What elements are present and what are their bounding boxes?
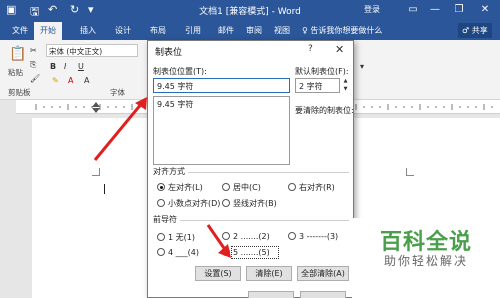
dialog-title: 制表位 <box>155 48 183 58</box>
copy-icon[interactable]: ⎘ <box>30 60 36 70</box>
tab-stop-position-input[interactable]: 9.45 字符 <box>153 78 290 93</box>
radio-dot-icon <box>288 183 296 191</box>
leader-none-radio[interactable]: 1 无(1) <box>157 232 195 243</box>
tell-me-search[interactable]: ♀ 告诉我你想要做什么 <box>302 25 382 36</box>
restore-button[interactable]: ❐ <box>450 2 468 18</box>
cut-icon[interactable]: ✂ <box>30 46 37 55</box>
focus-indicator <box>231 246 279 259</box>
share-button[interactable]: ♂ 共享 <box>458 23 492 38</box>
margin-corner-mark <box>92 168 100 176</box>
tab-insert[interactable]: 插入 <box>80 25 96 36</box>
align-left-radio[interactable]: 左对齐(L) <box>157 182 203 193</box>
align-center-radio[interactable]: 居中(C) <box>222 182 261 193</box>
leader-underline-radio[interactable]: 4 ___(4) <box>157 248 199 257</box>
radio-label: 小数点对齐(D) <box>168 199 221 208</box>
italic-button[interactable]: I <box>64 62 66 71</box>
radio-label: 竖线对齐(B) <box>233 199 277 208</box>
radio-dot-icon <box>157 183 165 191</box>
tab-layout[interactable]: 布局 <box>150 25 166 36</box>
bold-button[interactable]: B <box>50 62 56 71</box>
ribbon-display-icon[interactable]: ▭ <box>404 2 422 18</box>
styles-expand-icon[interactable]: ▾ <box>360 62 364 71</box>
hanging-indent-marker[interactable] <box>92 108 100 113</box>
clear-button[interactable]: 清除(E) <box>246 266 292 281</box>
help-button[interactable]: ? <box>308 44 313 54</box>
tabs-dialog: 制表位 ? ✕ 制表位位置(T): 9.45 字符 9.45 字符 默认制表位(… <box>147 40 354 298</box>
tab-home[interactable]: 开始 <box>34 22 62 40</box>
radio-dot-icon <box>222 183 230 191</box>
clipboard-group-label: 剪贴板 <box>8 88 31 97</box>
radio-dot-icon <box>157 248 165 256</box>
close-button[interactable]: ✕ <box>476 2 494 18</box>
underline-button[interactable]: U <box>78 62 84 71</box>
left-margin-strip <box>0 100 16 298</box>
tabs-to-clear-label: 要清除的制表位: <box>295 106 354 115</box>
highlight-icon[interactable]: ✎ <box>52 76 59 85</box>
radio-dot-icon <box>157 199 165 207</box>
tab-design[interactable]: 设计 <box>115 25 131 36</box>
leader-dots-radio[interactable]: 2 .......(2) <box>222 232 270 241</box>
default-tab-stops-label: 默认制表位(F): <box>295 67 349 76</box>
format-painter-icon[interactable]: 🖌 <box>30 74 40 83</box>
radio-dot-icon <box>222 232 230 240</box>
alignment-label: 对齐方式 <box>153 166 188 177</box>
tab-references[interactable]: 引用 <box>185 25 201 36</box>
align-decimal-radio[interactable]: 小数点对齐(D) <box>157 198 220 209</box>
tab-stop-position-label: 制表位位置(T): <box>153 67 207 76</box>
radio-dot-icon <box>222 199 230 207</box>
window-title: 文档1 [兼容模式] - Word <box>199 7 301 17</box>
login-link[interactable]: 登录 <box>364 4 380 15</box>
tab-review[interactable]: 审阅 <box>246 25 262 36</box>
radio-label: 1 无(1) <box>168 233 195 242</box>
spin-down-icon[interactable]: ▼ <box>341 86 350 92</box>
tab-file[interactable]: 文件 <box>12 25 28 36</box>
tab-stop-list[interactable]: 9.45 字符 <box>153 96 290 165</box>
minimize-button[interactable]: — <box>426 2 444 18</box>
list-item[interactable]: 9.45 字符 <box>157 99 286 110</box>
tab-view[interactable]: 视图 <box>274 25 290 36</box>
set-button[interactable]: 设置(S) <box>195 266 241 281</box>
font-name-select[interactable]: 宋体 (中文正文) <box>46 44 138 57</box>
watermark-subtitle: 助你轻松解决 <box>383 254 468 268</box>
tab-mailings[interactable]: 邮件 <box>218 25 234 36</box>
ok-button[interactable] <box>248 291 294 298</box>
radio-label: 3 -------(3) <box>299 232 339 241</box>
margin-corner-mark <box>406 168 414 176</box>
radio-label: 2 .......(2) <box>233 232 270 241</box>
shading-icon[interactable]: A <box>84 76 89 85</box>
radio-label: 右对齐(R) <box>299 183 335 192</box>
title-bar: ▣ 🖫 ↶ ↻ ▾ 文档1 [兼容模式] - Word 登录 ▭ — ❐ ✕ <box>0 0 500 22</box>
paste-icon[interactable]: 📋 <box>9 46 26 62</box>
font-group-label: 字体 <box>110 88 125 97</box>
ribbon-tabs: 文件 开始 插入 设计 布局 引用 邮件 审阅 视图 ♀ 告诉我你想要做什么 ♂… <box>0 22 500 40</box>
radio-dot-icon <box>288 232 296 240</box>
leader-dashes-radio[interactable]: 3 -------(3) <box>288 232 338 241</box>
font-color-icon[interactable]: A <box>68 76 73 85</box>
separator <box>153 220 349 221</box>
radio-label: 居中(C) <box>233 183 261 192</box>
radio-dot-icon <box>157 233 165 241</box>
align-right-radio[interactable]: 右对齐(R) <box>288 182 335 193</box>
first-line-indent-marker[interactable] <box>92 102 100 107</box>
radio-label: 左对齐(L) <box>168 183 203 192</box>
radio-label: 4 ___(4) <box>168 248 199 257</box>
cancel-button[interactable] <box>300 291 346 298</box>
dialog-close-button[interactable]: ✕ <box>335 43 344 56</box>
watermark: 百科全说 助你轻松解决 <box>352 218 500 298</box>
text-cursor <box>104 184 105 194</box>
spin-up-icon[interactable]: ▲ <box>341 78 350 84</box>
clear-all-button[interactable]: 全部清除(A) <box>297 266 349 281</box>
align-bar-radio[interactable]: 竖线对齐(B) <box>222 198 277 209</box>
leader-label: 前导符 <box>153 214 180 225</box>
radio-dot-icon <box>222 248 230 256</box>
paste-label[interactable]: 粘贴 <box>8 67 23 78</box>
default-tab-stops-input[interactable]: 2 字符 <box>295 78 340 93</box>
